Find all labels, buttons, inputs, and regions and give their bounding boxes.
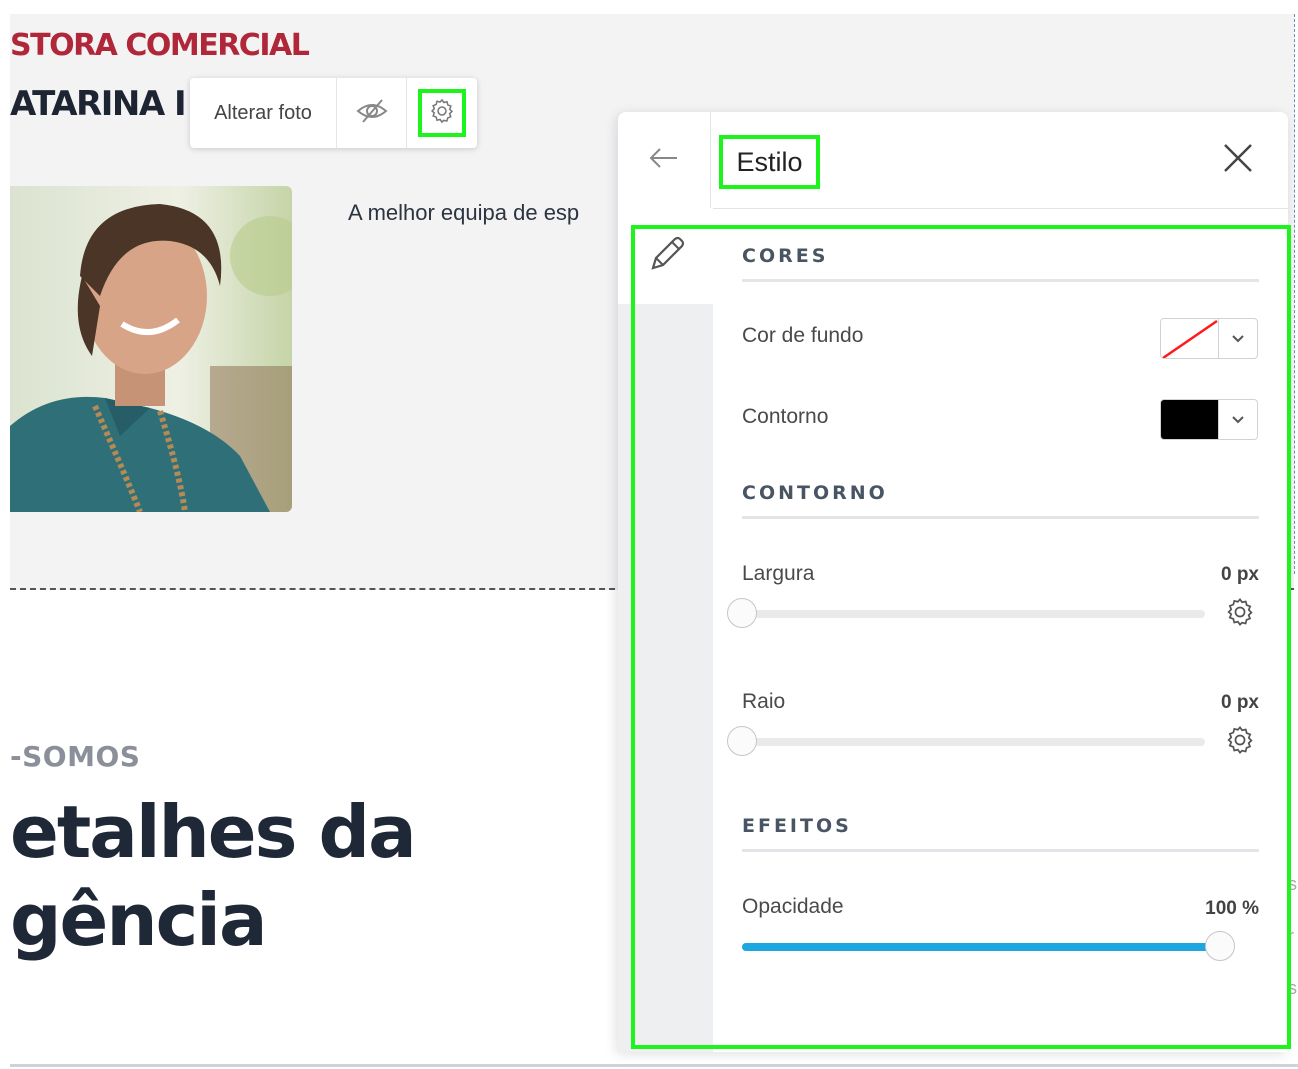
clipped-char: s (1288, 874, 1297, 894)
opacity-value: 100 % (1205, 898, 1259, 919)
width-label: Largura (742, 562, 815, 585)
photo-settings-button[interactable] (407, 78, 477, 148)
profile-photo-image (10, 186, 292, 512)
background-color-label: Cor de fundo (742, 324, 864, 347)
width-slider[interactable] (727, 598, 1205, 628)
change-photo-button[interactable]: Alterar foto (190, 78, 337, 148)
border-color-swatch (1161, 400, 1219, 439)
clipped-char: s (1288, 978, 1297, 998)
opacity-label: Opacidade (742, 895, 844, 918)
panel-title: Estilo (719, 135, 820, 189)
opacity-slider-thumb[interactable] (1205, 931, 1235, 961)
panel-header: Estilo (618, 112, 1288, 209)
pencil-icon (647, 234, 685, 279)
photo-toolbar: Alterar foto (190, 78, 477, 148)
radius-value: 0 px (1220, 692, 1259, 713)
width-value: 0 px (1220, 564, 1259, 585)
width-settings-button[interactable] (1222, 596, 1258, 632)
person-name: ATARINA I (10, 84, 187, 124)
section-kicker: -SOMOS (10, 740, 141, 773)
radius-settings-button[interactable] (1222, 724, 1258, 760)
background-color-swatch (1161, 319, 1219, 358)
divider (10, 1064, 1298, 1067)
profile-photo[interactable] (10, 186, 292, 512)
radius-slider-thumb[interactable] (727, 726, 757, 756)
gear-icon (1224, 596, 1256, 633)
gear-icon (1224, 724, 1256, 761)
section-heading-effects: EFEITOS (742, 815, 1259, 852)
background-color-picker[interactable] (1160, 318, 1258, 359)
close-icon (1223, 143, 1253, 178)
highlight-box (418, 89, 467, 137)
clipped-char: i (1288, 822, 1292, 842)
radius-slider[interactable] (727, 726, 1205, 756)
style-panel: Estilo CORES Cor de fundo Contorno CONTO… (618, 112, 1291, 1052)
opacity-slider-fill (742, 943, 1220, 951)
section-heading-border: CONTORNO (742, 482, 1259, 519)
arrow-left-icon (649, 147, 679, 174)
section-heading-colors: CORES (742, 245, 1259, 282)
company-label: STORA COMERCIAL (10, 28, 310, 63)
width-slider-thumb[interactable] (727, 598, 757, 628)
chevron-down-icon (1219, 319, 1257, 358)
close-button[interactable] (1216, 138, 1260, 182)
section-title-line: etalhes da (10, 790, 417, 874)
tab-style[interactable] (618, 208, 713, 304)
gear-icon (428, 97, 456, 130)
back-button[interactable] (618, 112, 711, 208)
clipped-text: i s r s (1288, 806, 1298, 1014)
panel-side-rail (618, 208, 713, 1052)
border-color-picker[interactable] (1160, 399, 1258, 440)
eye-slash-icon (355, 98, 389, 129)
tagline: A melhor equipa de esp (348, 200, 580, 225)
border-color-label: Contorno (742, 405, 829, 428)
section-title-line: gência (10, 878, 268, 962)
chevron-down-icon (1219, 400, 1257, 439)
section-boundary (1294, 14, 1295, 574)
radius-label: Raio (742, 690, 786, 713)
section-title: etalhes da gência (10, 788, 570, 964)
opacity-slider[interactable] (742, 931, 1235, 961)
hide-button[interactable] (337, 78, 408, 148)
clipped-char: r (1288, 926, 1294, 946)
